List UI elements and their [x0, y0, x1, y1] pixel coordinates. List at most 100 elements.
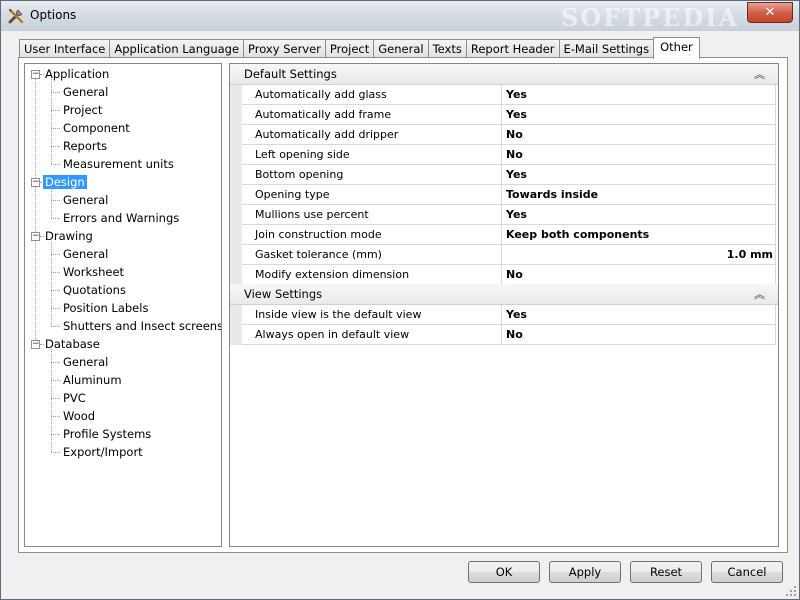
tab-e-mail-settings[interactable]: E-Mail Settings	[558, 39, 655, 58]
tab-report-header[interactable]: Report Header	[465, 39, 560, 58]
property-value[interactable]: No	[503, 325, 775, 344]
tab-general[interactable]: General	[373, 39, 429, 58]
property-name: Always open in default view	[242, 325, 502, 344]
property-row[interactable]: Automatically add dripper No	[242, 125, 776, 145]
tree-item-errors-and-warnings[interactable]: Errors and Warnings	[61, 210, 181, 226]
collapse-icon[interactable]: −	[31, 340, 40, 349]
reset-button[interactable]: Reset	[630, 561, 702, 583]
property-value[interactable]: Yes	[503, 105, 775, 124]
category-tree[interactable]: Application − General Project Component Repor…	[24, 63, 222, 547]
property-row[interactable]: Mullions use percent Yes	[242, 205, 776, 225]
tree-item-label: PVC	[63, 391, 86, 405]
tree-item-aluminum[interactable]: Aluminum	[61, 372, 124, 388]
property-value[interactable]: No	[503, 125, 775, 144]
apply-button[interactable]: Apply	[549, 561, 621, 583]
tree-item-wood[interactable]: Wood	[61, 408, 97, 424]
property-value[interactable]: Yes	[503, 165, 775, 184]
tree-connector	[51, 398, 60, 399]
tree-item-label: Wood	[63, 409, 96, 423]
tree-connector	[51, 362, 60, 363]
tree-item-label: Measurement units	[63, 157, 174, 171]
tab-application-language[interactable]: Application Language	[109, 39, 245, 58]
tab-other[interactable]: Other	[653, 37, 700, 59]
tree-connector	[51, 254, 60, 255]
property-value[interactable]: Yes	[503, 305, 775, 324]
tree-item-component[interactable]: Component	[61, 120, 132, 136]
tab-texts[interactable]: Texts	[427, 39, 467, 58]
tree-item-position-labels[interactable]: Position Labels	[61, 300, 150, 316]
tree-item-shutters-and-insect-screens[interactable]: Shutters and Insect screens	[61, 318, 221, 334]
tree-connector	[51, 349, 52, 452]
tree-item-label: Component	[63, 121, 130, 135]
property-name: Automatically add glass	[242, 85, 502, 104]
title-bar[interactable]: Options SOFTPEDIA ✕	[1, 1, 799, 32]
property-value[interactable]: No	[503, 265, 775, 284]
window-title: Options	[30, 8, 77, 22]
tree-connector	[51, 434, 60, 435]
close-button[interactable]: ✕	[747, 2, 793, 23]
property-name: Join construction mode	[242, 225, 502, 244]
tree-node-label: Design	[43, 175, 87, 189]
tree-node-application[interactable]: Application	[43, 66, 111, 82]
cancel-button[interactable]: Cancel	[711, 561, 783, 583]
property-name: Inside view is the default view	[242, 305, 502, 324]
property-row[interactable]: Left opening side No	[242, 145, 776, 165]
collapse-chevron-icon[interactable]: ︽	[754, 66, 765, 82]
tree-item-pvc[interactable]: PVC	[61, 390, 88, 406]
tab-user-interface[interactable]: User Interface	[19, 39, 111, 58]
tree-item-label: General	[63, 355, 109, 369]
tree-item-quotations[interactable]: Quotations	[61, 282, 128, 298]
tree-item-label: Quotations	[63, 283, 126, 297]
tree-connector	[51, 308, 60, 309]
tree-item-measurement-units[interactable]: Measurement units	[61, 156, 176, 172]
collapse-icon[interactable]: −	[31, 70, 40, 79]
tree-connector	[51, 416, 60, 417]
tree-item-reports[interactable]: Reports	[61, 138, 109, 154]
tree-connector	[51, 200, 60, 201]
property-value[interactable]: Yes	[503, 85, 775, 104]
tree-item-general[interactable]: General	[61, 84, 110, 100]
tree-connector	[51, 218, 60, 219]
tree-node-design[interactable]: Design	[43, 174, 87, 190]
property-name: Automatically add frame	[242, 105, 502, 124]
tools-icon	[8, 8, 24, 24]
collapse-icon[interactable]: −	[31, 178, 40, 187]
property-value[interactable]: 1.0 mm	[503, 245, 775, 264]
collapse-chevron-icon[interactable]: ︽	[754, 286, 765, 302]
tree-item-general[interactable]: General	[61, 192, 110, 208]
category-view-settings[interactable]: View Settings ︽	[230, 284, 778, 305]
tree-item-label: Project	[63, 103, 103, 117]
category-default-settings[interactable]: Default Settings ︽	[230, 64, 778, 85]
tree-item-general[interactable]: General	[61, 246, 110, 262]
property-value[interactable]: Towards inside	[503, 185, 775, 204]
collapse-icon[interactable]: −	[31, 232, 40, 241]
tree-connector	[40, 236, 44, 237]
property-row[interactable]: Join construction mode Keep both componen…	[242, 225, 776, 245]
property-row[interactable]: Gasket tolerance (mm) 1.0 mm	[242, 245, 776, 265]
property-row[interactable]: Inside view is the default view Yes	[242, 305, 776, 325]
property-value[interactable]: Yes	[503, 205, 775, 224]
tree-connector	[40, 74, 44, 75]
tree-item-label: Position Labels	[63, 301, 149, 315]
property-value[interactable]: Keep both components	[503, 225, 775, 244]
property-row[interactable]: Always open in default view No	[242, 325, 776, 345]
tree-item-project[interactable]: Project	[61, 102, 104, 118]
tree-item-label: General	[63, 193, 109, 207]
tab-project[interactable]: Project	[324, 39, 375, 58]
tree-item-export-import[interactable]: Export/Import	[61, 444, 145, 460]
ok-button[interactable]: OK	[468, 561, 540, 583]
tree-connector	[40, 182, 44, 183]
property-row[interactable]: Automatically add glass Yes	[242, 85, 776, 105]
property-row[interactable]: Bottom opening Yes	[242, 165, 776, 185]
property-row[interactable]: Opening type Towards inside	[242, 185, 776, 205]
tree-item-profile-systems[interactable]: Profile Systems	[61, 426, 153, 442]
tree-item-worksheet[interactable]: Worksheet	[61, 264, 126, 280]
resize-grip-icon[interactable]	[785, 585, 797, 597]
tree-item-general[interactable]: General	[61, 354, 110, 370]
tab-proxy-server[interactable]: Proxy Server	[243, 39, 326, 58]
property-row[interactable]: Automatically add frame Yes	[242, 105, 776, 125]
tree-item-label: Aluminum	[63, 373, 122, 387]
property-row[interactable]: Modify extension dimension No	[242, 265, 776, 285]
property-value[interactable]: No	[503, 145, 775, 164]
tree-node-label: Application	[45, 67, 110, 81]
